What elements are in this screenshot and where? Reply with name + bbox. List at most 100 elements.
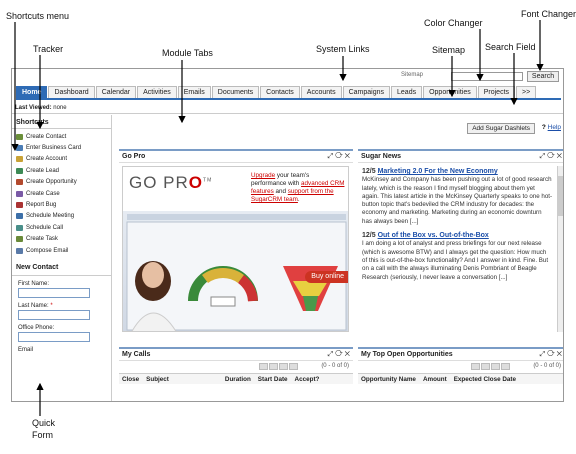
shortcut-label: Report Bug bbox=[26, 202, 57, 209]
shortcut-label: Schedule Call bbox=[26, 224, 64, 231]
top-bar: Sitemap Search bbox=[12, 69, 563, 85]
news-feed: 12/5 Marketing 2.0 For the New Economy M… bbox=[358, 163, 563, 288]
dashlet-controls-icon[interactable]: ⤢ ⟳ ✕ bbox=[540, 151, 562, 163]
tab-contacts[interactable]: Contacts bbox=[260, 86, 300, 98]
shortcut-enter-business-card[interactable]: Enter Business Card bbox=[12, 142, 111, 153]
col-opportunity-name[interactable]: Opportunity Name bbox=[361, 374, 416, 384]
news-item-1-body: McKinsey and Company has been pushing ou… bbox=[362, 176, 553, 225]
quick-form-title: New Contact bbox=[12, 260, 111, 277]
dashlet-controls-icon[interactable]: ⤢ ⟳ ✕ bbox=[328, 349, 350, 361]
shortcut-compose-email[interactable]: Compose Email bbox=[12, 245, 111, 256]
shortcut-icon bbox=[16, 167, 23, 174]
shortcut-icon bbox=[16, 202, 23, 209]
shortcut-icon bbox=[16, 190, 23, 197]
shortcut-icon bbox=[16, 156, 23, 163]
shortcut-label: Create Case bbox=[26, 190, 60, 197]
shortcut-label: Create Opportunity bbox=[26, 179, 77, 186]
tab-emails[interactable]: Emails bbox=[177, 86, 211, 98]
col-start-date[interactable]: Start Date bbox=[258, 374, 288, 384]
shortcut-label: Schedule Meeting bbox=[26, 213, 75, 220]
sugarcrm-window: Sitemap Search Home Dashboard Calendar A… bbox=[11, 68, 564, 402]
shortcut-icon bbox=[16, 247, 23, 254]
news-item-2-link[interactable]: Out of the Box vs. Out-of-the-Box bbox=[378, 232, 489, 239]
shortcut-icon bbox=[16, 133, 23, 140]
main-content: Add Sugar Dashlets ? Help Go Pro ⤢ ⟳ ✕ GO… bbox=[113, 115, 563, 401]
dashlet-controls-icon[interactable]: ⤢ ⟳ ✕ bbox=[328, 151, 350, 163]
tab-leads[interactable]: Leads bbox=[391, 86, 423, 98]
upgrade-link[interactable]: Upgrade bbox=[251, 172, 275, 179]
go-pro-logo: GO PROTM bbox=[129, 173, 213, 192]
tab-more[interactable]: >> bbox=[516, 86, 537, 98]
shortcut-label: Create Task bbox=[26, 236, 58, 243]
pager-buttons[interactable] bbox=[471, 363, 510, 370]
add-dashlets-button[interactable]: Add Sugar Dashlets bbox=[467, 123, 535, 134]
shortcut-schedule-call[interactable]: Schedule Call bbox=[12, 222, 111, 233]
my-calls-title: My Calls bbox=[122, 351, 151, 358]
buy-online-button[interactable]: Buy online bbox=[305, 271, 348, 283]
col-amount[interactable]: Amount bbox=[423, 374, 447, 384]
tab-accounts[interactable]: Accounts bbox=[300, 86, 342, 98]
tab-campaigns[interactable]: Campaigns bbox=[342, 86, 391, 98]
last-name-label: Last Name: * bbox=[18, 303, 53, 310]
shortcut-icon bbox=[16, 236, 23, 243]
tab-home[interactable]: Home bbox=[16, 86, 48, 98]
last-viewed-label: Last Viewed: bbox=[15, 105, 52, 111]
sugar-news-dashlet: Sugar News ⤢ ⟳ ✕ 12/5 Marketing 2.0 For t… bbox=[358, 149, 563, 335]
last-viewed-value: none bbox=[53, 105, 67, 111]
callout-font-changer: Font Changer bbox=[521, 9, 576, 19]
office-phone-label: Office Phone: bbox=[18, 325, 55, 332]
news-scrollbar[interactable] bbox=[557, 166, 563, 332]
shortcut-create-task[interactable]: Create Task bbox=[12, 234, 111, 245]
dashlet-controls-icon[interactable]: ⤢ ⟳ ✕ bbox=[540, 349, 562, 361]
last-name-field[interactable] bbox=[18, 310, 90, 321]
system-links[interactable]: Sitemap bbox=[401, 72, 423, 78]
pager-buttons[interactable] bbox=[259, 363, 298, 370]
first-name-label: First Name: bbox=[18, 281, 50, 288]
col-subject[interactable]: Subject bbox=[146, 374, 169, 384]
shortcut-create-contact[interactable]: Create Contact bbox=[12, 131, 111, 142]
callout-shortcuts-menu: Shortcuts menu bbox=[6, 11, 70, 21]
go-pro-dashlet: Go Pro ⤢ ⟳ ✕ GO PROTM Upgrade your team's… bbox=[119, 149, 353, 335]
shortcut-label: Create Lead bbox=[26, 167, 60, 174]
office-phone-field[interactable] bbox=[18, 332, 90, 343]
opps-column-headers: Opportunity Name Amount Expected Close D… bbox=[358, 373, 563, 384]
col-accept[interactable]: Accept? bbox=[295, 374, 320, 384]
news-item-1-title: 12/5 Marketing 2.0 For the New Economy bbox=[362, 168, 498, 175]
callout-form: Form bbox=[32, 430, 53, 440]
shortcut-schedule-meeting[interactable]: Schedule Meeting bbox=[12, 211, 111, 222]
shortcut-report-bug[interactable]: Report Bug bbox=[12, 199, 111, 210]
tab-projects[interactable]: Projects bbox=[477, 86, 516, 98]
shortcut-label: Compose Email bbox=[26, 247, 69, 254]
col-expected-close[interactable]: Expected Close Date bbox=[454, 374, 516, 384]
callout-search-field: Search Field bbox=[485, 42, 536, 52]
top-opportunities-dashlet: My Top Open Opportunities ⤢ ⟳ ✕ (0 - 0 of… bbox=[358, 347, 563, 401]
shortcut-create-lead[interactable]: Create Lead bbox=[12, 165, 111, 176]
news-item-2-title: 12/5 Out of the Box vs. Out-of-the-Box bbox=[362, 232, 489, 240]
tab-calendar[interactable]: Calendar bbox=[95, 86, 137, 98]
help-link[interactable]: ? Help bbox=[542, 124, 561, 131]
col-duration[interactable]: Duration bbox=[225, 374, 251, 384]
shortcut-create-opportunity[interactable]: Create Opportunity bbox=[12, 177, 111, 188]
shortcut-create-account[interactable]: Create Account bbox=[12, 154, 111, 165]
news-item-1-link[interactable]: Marketing 2.0 For the New Economy bbox=[378, 168, 498, 175]
go-pro-text: Upgrade your team's performance with adv… bbox=[251, 172, 345, 203]
callout-tracker: Tracker bbox=[33, 44, 64, 54]
shortcut-create-case[interactable]: Create Case bbox=[12, 188, 111, 199]
search-input[interactable] bbox=[451, 72, 523, 81]
shortcut-label: Create Account bbox=[26, 156, 68, 163]
callout-color-changer: Color Changer bbox=[424, 18, 483, 28]
tab-opportunities[interactable]: Opportunities bbox=[423, 86, 477, 98]
col-close[interactable]: Close bbox=[122, 374, 139, 384]
go-pro-screenshot-image: Buy online bbox=[123, 211, 348, 331]
shortcuts-list: Create Contact Enter Business Card Create … bbox=[12, 131, 111, 256]
tab-documents[interactable]: Documents bbox=[211, 86, 260, 98]
my-calls-dashlet: My Calls ⤢ ⟳ ✕ (0 - 0 of 0) Close Subject… bbox=[119, 347, 353, 401]
tracker-bar: Last Viewed: none bbox=[12, 102, 563, 114]
tab-dashboard[interactable]: Dashboard bbox=[48, 86, 95, 98]
tab-activities[interactable]: Activities bbox=[137, 86, 177, 98]
shortcut-icon bbox=[16, 145, 23, 152]
help-icon: ? bbox=[541, 124, 546, 131]
search-button[interactable]: Search bbox=[527, 71, 559, 82]
callout-quick: Quick bbox=[32, 418, 56, 428]
first-name-field[interactable] bbox=[18, 288, 90, 299]
